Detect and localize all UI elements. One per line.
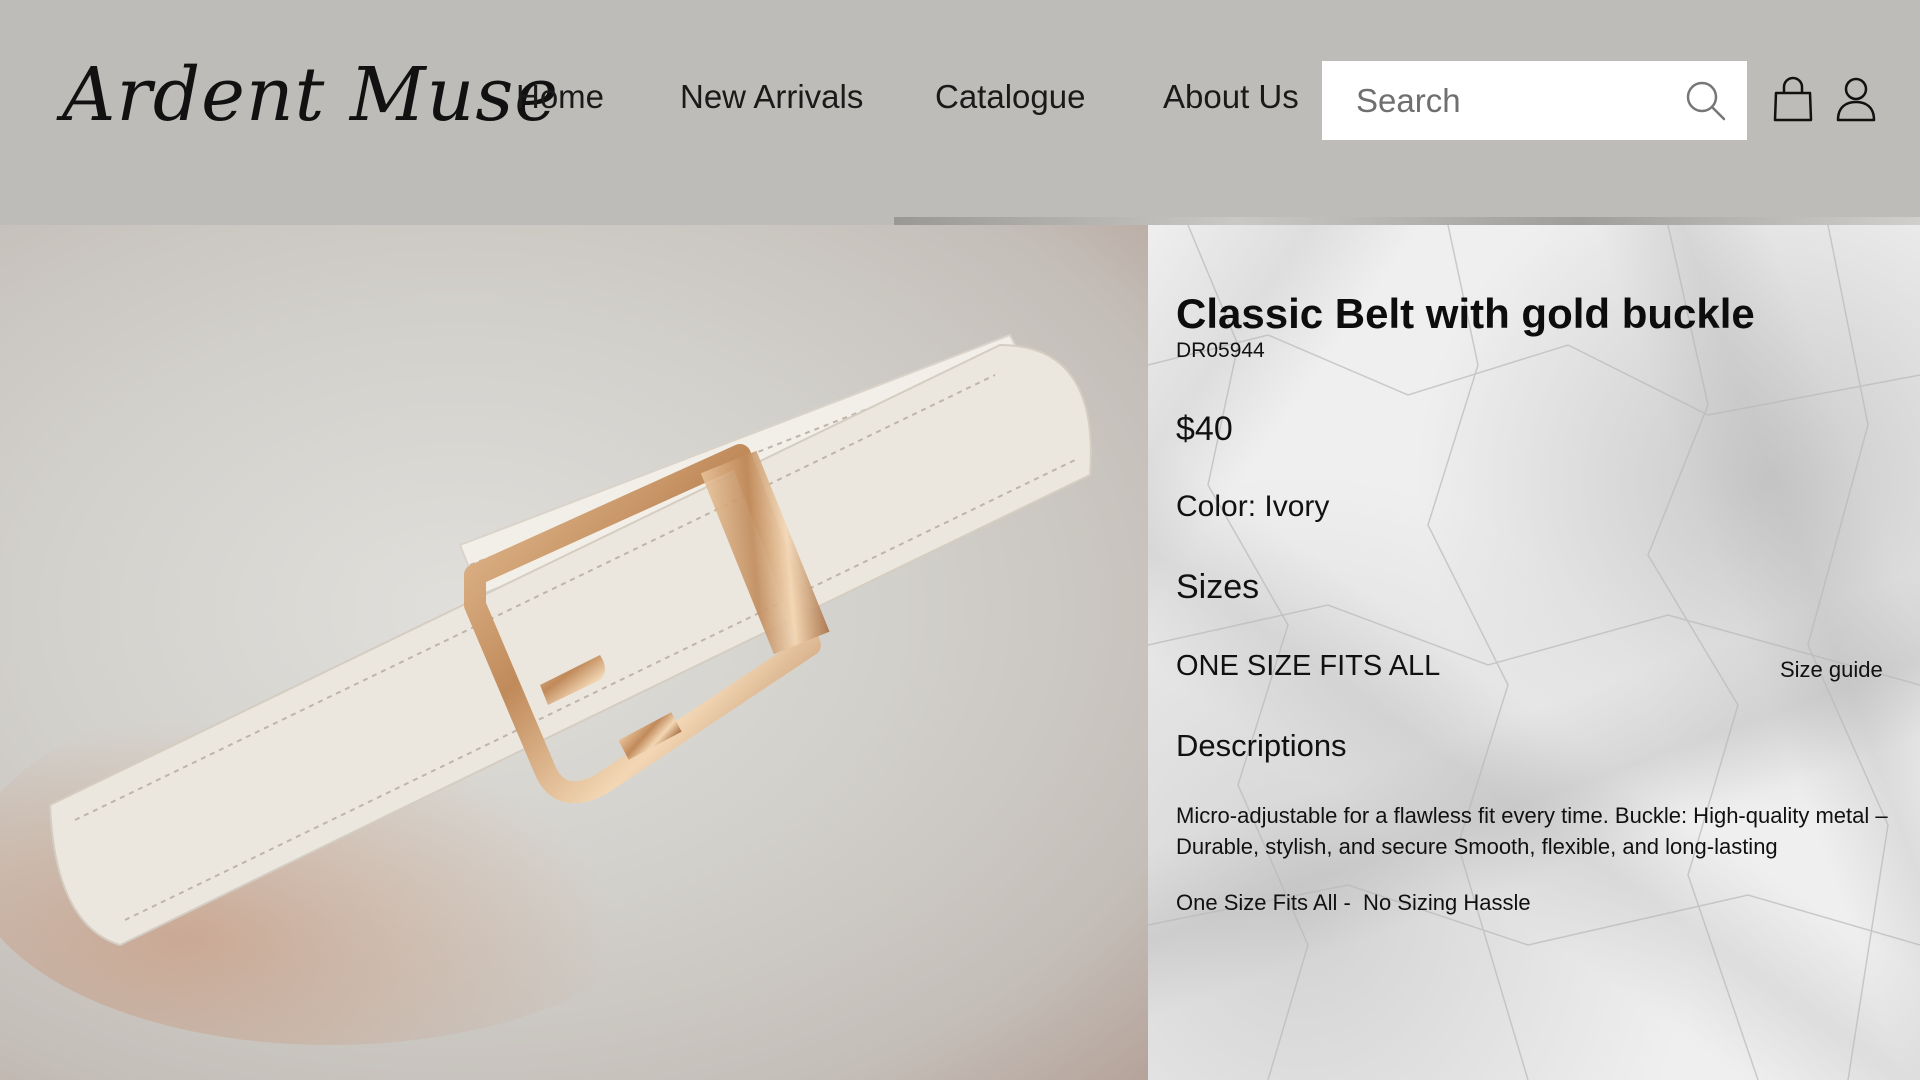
- sizes-heading: Sizes: [1176, 568, 1260, 606]
- size-guide-link[interactable]: Size guide: [1780, 657, 1883, 683]
- nav-catalogue[interactable]: Catalogue: [935, 78, 1085, 116]
- search-input[interactable]: [1356, 61, 1676, 140]
- user-icon[interactable]: [1834, 76, 1878, 124]
- brand-logo[interactable]: Ardent Muse: [62, 52, 559, 138]
- product-price: $40: [1176, 410, 1233, 448]
- shopping-bag-icon[interactable]: [1771, 76, 1815, 124]
- product-sku: DR05944: [1176, 339, 1265, 362]
- belt-illustration: [0, 333, 1092, 1045]
- size-option[interactable]: ONE SIZE FITS ALL: [1176, 650, 1440, 683]
- product-info-panel: Classic Belt with gold buckle DR05944 $4…: [1148, 225, 1920, 1080]
- search-icon[interactable]: [1684, 79, 1726, 121]
- descriptions-heading: Descriptions: [1176, 728, 1347, 763]
- product-title: Classic Belt with gold buckle: [1176, 290, 1755, 337]
- nav-about-us[interactable]: About Us: [1163, 78, 1299, 116]
- nav-home[interactable]: Home: [516, 78, 604, 116]
- nav-new-arrivals[interactable]: New Arrivals: [680, 78, 863, 116]
- product-color: Color: Ivory: [1176, 490, 1330, 523]
- size-note: One Size Fits All - No Sizing Hassle: [1176, 890, 1531, 915]
- product-image: [0, 225, 1148, 1080]
- product-description: Micro-adjustable for a flawless fit ever…: [1176, 803, 1888, 859]
- search-box: [1322, 61, 1747, 140]
- site-header: Ardent Muse Home New Arrivals Catalogue …: [0, 0, 1920, 225]
